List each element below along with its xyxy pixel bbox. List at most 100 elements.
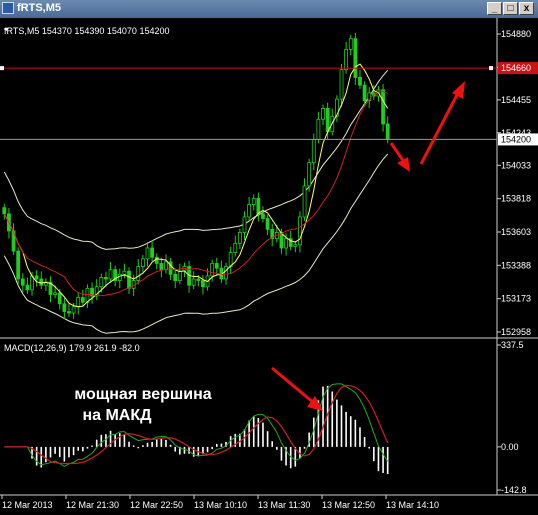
time-tick-label: 12 Mar 2013 (2, 500, 53, 510)
candle-body (80, 297, 85, 303)
candle-body (385, 123, 390, 140)
candle-body (348, 38, 353, 50)
candle-body (321, 108, 325, 120)
candle-body (25, 284, 30, 291)
candle-body (358, 77, 362, 86)
chart-window-icon (2, 2, 14, 14)
ma-slow-line (3, 90, 388, 297)
candle-body (196, 278, 201, 281)
candle-body (353, 38, 358, 78)
title-bar[interactable]: fRTS,M5 _ □ x (0, 0, 538, 18)
candle-body (237, 232, 242, 244)
candle-body (233, 242, 238, 254)
indicator-tick-label: -142.8 (501, 485, 527, 495)
candle-body (293, 244, 298, 247)
window-title: fRTS,M5 (17, 2, 61, 14)
candle-body (307, 162, 312, 187)
candle-body (381, 89, 385, 125)
chart-window: fRTS,M5 _ □ x fRTS,M5 154370 154390 1540… (0, 0, 538, 515)
candle-body (53, 292, 58, 295)
price-tick-label: 154455 (501, 95, 531, 105)
candle-body (325, 108, 330, 133)
minimize-button[interactable]: _ (487, 2, 502, 15)
indicator-label: MACD(12,26,9) 179.9 261.9 -82.0 (4, 343, 140, 353)
candle-body (20, 278, 25, 286)
candle-body (16, 250, 21, 280)
chart-area[interactable]: fRTS,M5 154370 154390 154070 154200 1548… (0, 18, 538, 515)
indicator-tick-label: 337.5 (501, 340, 524, 350)
candle-body (214, 263, 219, 269)
candle-body (201, 280, 205, 288)
candle-body (140, 258, 145, 267)
candle-body (71, 306, 76, 314)
candle-body (159, 263, 164, 271)
candle-body (242, 216, 247, 233)
candle-body (76, 297, 81, 308)
candle-body (108, 269, 113, 280)
candle-body (122, 270, 127, 275)
arrow-down-icon (389, 142, 410, 172)
candle-body (136, 266, 141, 281)
close-button[interactable]: x (519, 2, 534, 15)
candle-body (210, 263, 215, 277)
current-price-badge: 154200 (501, 134, 531, 144)
candle-body (265, 218, 270, 230)
candle-body (145, 247, 150, 260)
hline-handle-right[interactable] (489, 66, 493, 71)
price-tick-label: 153173 (501, 294, 531, 304)
price-tick-label: 152958 (501, 327, 531, 337)
candle-body (117, 273, 122, 281)
candle-body (339, 69, 344, 100)
candle-body (284, 238, 288, 249)
price-tick-label: 154880 (501, 29, 531, 39)
envelope-upper (3, 69, 389, 250)
time-axis: 12 Mar 2013 12 Mar 21:30 12 Mar 22:50 13 Ma… (1, 495, 439, 510)
candle-body (344, 49, 349, 71)
annotation-line-2: на МАКД (82, 407, 152, 424)
candle-body (127, 270, 131, 289)
candle-body (247, 204, 252, 218)
candle-body (34, 275, 39, 280)
moving-averages (3, 63, 389, 308)
symbol-header: fRTS,M5 154370 154390 154070 154200 (4, 26, 169, 36)
arrow-diagonal-icon (271, 366, 323, 411)
time-tick-label: 13 Mar 12:50 (322, 500, 375, 510)
candle-body (298, 216, 302, 246)
candle-body (164, 261, 168, 271)
ma-fast-line (3, 63, 389, 308)
candle-body (2, 207, 7, 215)
time-tick-label: 12 Mar 21:30 (66, 500, 119, 510)
candle-body (62, 303, 67, 312)
candle-body (154, 256, 159, 264)
arrow-up-icon (419, 81, 465, 165)
hline-price-badge: 154660 (501, 63, 531, 73)
candle-body (261, 213, 265, 219)
time-tick-label: 12 Mar 22:50 (130, 500, 183, 510)
candle-body (39, 278, 44, 286)
candle-body (99, 277, 104, 288)
candle-body (191, 278, 196, 286)
indicator-tick-label: 0.00 (501, 442, 519, 452)
candle-body (104, 277, 108, 280)
candle-body (85, 287, 90, 303)
candle-body (256, 197, 261, 215)
annotation-line-1: мощная вершина (74, 386, 211, 403)
price-axis: 1548801546651544551542431540331538181536… (497, 29, 538, 337)
candle-body (173, 273, 178, 281)
candle-body (362, 84, 367, 102)
candle-body (224, 266, 228, 280)
price-tick-label: 153818 (501, 194, 531, 204)
hline-handle-left[interactable] (0, 66, 4, 71)
candle-body (150, 247, 155, 258)
time-tick-label: 13 Mar 10:10 (194, 500, 247, 510)
price-tick-label: 153388 (501, 260, 531, 270)
candle-body (67, 311, 71, 314)
candle-body (57, 292, 62, 305)
indicator-axis: 337.5 0.00 -142.8 (497, 340, 527, 495)
maximize-button[interactable]: □ (503, 2, 518, 15)
candle-body (311, 139, 316, 164)
envelope-lower (3, 153, 389, 334)
candle-body (251, 197, 256, 205)
time-tick-label: 13 Mar 11:30 (258, 500, 310, 510)
price-tick-label: 153603 (501, 227, 531, 237)
